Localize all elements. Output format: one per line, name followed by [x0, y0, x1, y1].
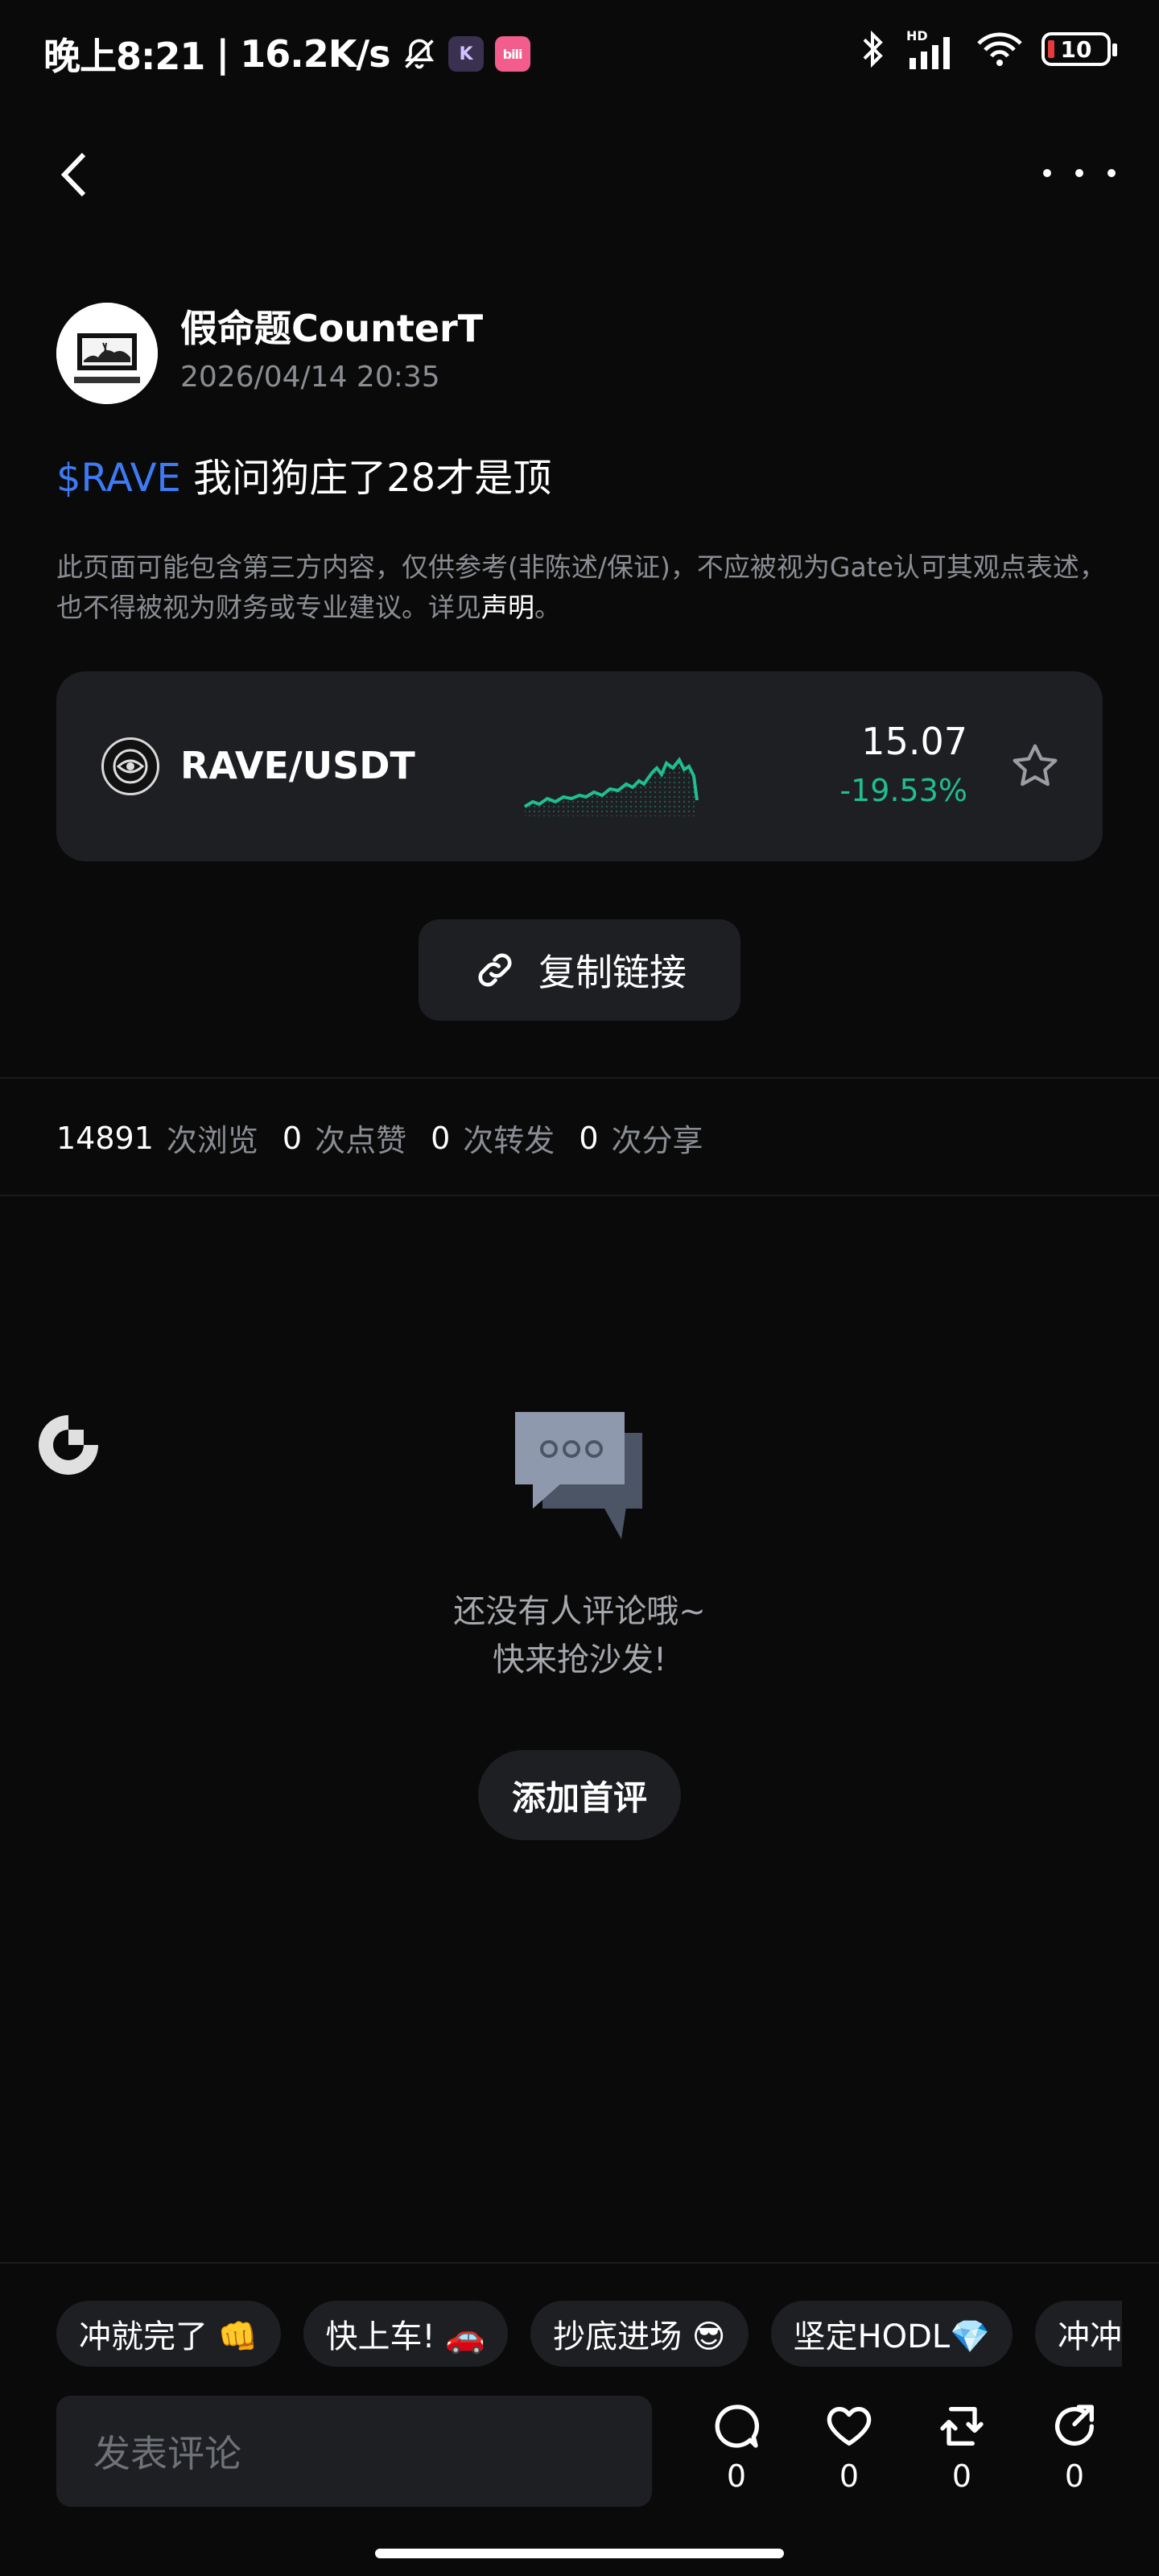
author-name[interactable]: 假命题CounterT — [180, 299, 483, 353]
empty-line-2: 快来抢沙发! — [492, 1641, 667, 1678]
more-dot-icon — [1107, 169, 1116, 177]
empty-comments-chat-icon — [514, 1410, 645, 1542]
share-button[interactable]: 0 — [1038, 2401, 1111, 2505]
coin-tag-link[interactable]: $RAVE — [56, 456, 181, 501]
reposts-label: 次转发 — [463, 1123, 555, 1158]
back-button[interactable] — [52, 147, 100, 203]
quick-reply-chip[interactable]: 冲就完了 👊 — [56, 2301, 281, 2367]
svg-text:HD: HD — [906, 29, 928, 43]
repost-count: 0 — [951, 2458, 972, 2494]
status-speed: 16.2K/s — [240, 32, 390, 76]
likes-count: 0 — [282, 1120, 303, 1156]
likes-label: 次点赞 — [315, 1123, 407, 1158]
like-button[interactable]: 0 — [813, 2401, 885, 2505]
empty-line-1: 还没有人评论哦~ — [453, 1593, 706, 1630]
ticker-card[interactable]: RAVE/USDT 15.07 -19.53% — [56, 671, 1103, 861]
reposts-count: 0 — [431, 1120, 451, 1156]
quick-reply-chips: 冲就完了 👊 快上车! 🚗 抄底进场 😎 坚定HODL💎 冲冲 — [56, 2301, 1122, 2367]
trading-pair: RAVE/USDT — [180, 744, 415, 787]
repost-icon — [940, 2407, 984, 2446]
divider — [0, 1195, 1159, 1196]
status-right: HD 10 — [856, 29, 1117, 69]
shares-count: 0 — [579, 1120, 599, 1156]
post-body-text: 我问狗庄了28才是顶 — [193, 456, 552, 501]
post-stats: 14891 次浏览 0 次点赞 0 次转发 0 次分享 — [56, 1116, 728, 1160]
views-count: 14891 — [56, 1120, 154, 1156]
copy-link-button[interactable]: 复制链接 — [419, 919, 740, 1021]
star-icon — [1013, 744, 1058, 786]
author-avatar[interactable] — [56, 303, 158, 404]
post-content: $RAVE 我问狗庄了28才是顶 — [56, 446, 551, 502]
quick-reply-chip[interactable]: 快上车! 🚗 — [303, 2301, 509, 2367]
add-first-comment-button[interactable]: 添加首评 — [478, 1750, 681, 1840]
disclaimer: 此页面可能包含第三方内容，仅供参考(非陈述/保证)，不应被视为Gate认可其观点… — [56, 547, 1111, 628]
comment-count: 0 — [726, 2458, 747, 2494]
heart-icon — [827, 2407, 872, 2446]
bilibili-notification-icon: bili — [494, 36, 530, 72]
more-dot-icon — [1043, 169, 1051, 177]
disclaimer-end: 。 — [534, 592, 561, 623]
share-icon — [1055, 2405, 1095, 2446]
ticker-price: 15.07 — [861, 720, 967, 763]
link-icon — [478, 953, 512, 987]
divider — [0, 1077, 1159, 1079]
quick-reply-chip[interactable]: 坚定HODL💎 — [770, 2301, 1013, 2367]
status-time: 晚上8:21 — [43, 35, 205, 78]
comment-bubble-icon — [715, 2405, 760, 2448]
gate-floating-logo-icon[interactable] — [32, 1409, 105, 1481]
ticker-change: -19.53% — [839, 773, 967, 808]
quick-reply-chip[interactable]: 冲冲 — [1034, 2301, 1122, 2367]
price-sparkline — [523, 757, 699, 816]
copy-link-label: 复制链接 — [538, 951, 687, 994]
repost-button[interactable]: 0 — [926, 2401, 998, 2505]
comment-button[interactable]: 0 — [700, 2401, 773, 2505]
post-timestamp: 2026/04/14 20:35 — [180, 361, 440, 394]
status-left: 晚上8:21 | 16.2K/s K bili — [43, 27, 530, 80]
shares-label: 次分享 — [611, 1123, 703, 1158]
wifi-icon — [977, 32, 1022, 66]
battery-indicator: 10 — [1041, 32, 1117, 66]
status-separator: | — [216, 32, 229, 76]
mute-bell-icon — [404, 39, 434, 69]
empty-comments-message: 还没有人评论哦~ 快来抢沙发! — [338, 1587, 821, 1684]
like-count: 0 — [839, 2458, 860, 2494]
favorite-button[interactable] — [1009, 741, 1061, 792]
disclaimer-text: 此页面可能包含第三方内容，仅供参考(非陈述/保证)，不应被视为Gate认可其观点… — [56, 551, 1106, 623]
battery-level: 10 — [1060, 35, 1092, 63]
quick-reply-chip[interactable]: 抄底进场 😎 — [530, 2301, 749, 2367]
comment-input[interactable]: 发表评论 — [56, 2396, 652, 2507]
app-notification-icon: K — [448, 36, 484, 72]
more-dot-icon — [1075, 169, 1083, 177]
avatar-landscape-image — [56, 303, 158, 404]
more-options-button[interactable] — [1043, 153, 1116, 193]
share-count: 0 — [1064, 2458, 1085, 2494]
views-label: 次浏览 — [166, 1123, 258, 1158]
home-indicator[interactable] — [375, 2549, 784, 2558]
disclaimer-link[interactable]: 声明 — [481, 592, 534, 623]
chevron-left-icon — [60, 152, 86, 197]
status-bar: 晚上8:21 | 16.2K/s K bili HD 10 — [0, 0, 1159, 105]
rave-coin-logo-icon — [101, 737, 159, 795]
signal-icon: HD — [906, 29, 950, 69]
bluetooth-icon — [863, 30, 883, 68]
